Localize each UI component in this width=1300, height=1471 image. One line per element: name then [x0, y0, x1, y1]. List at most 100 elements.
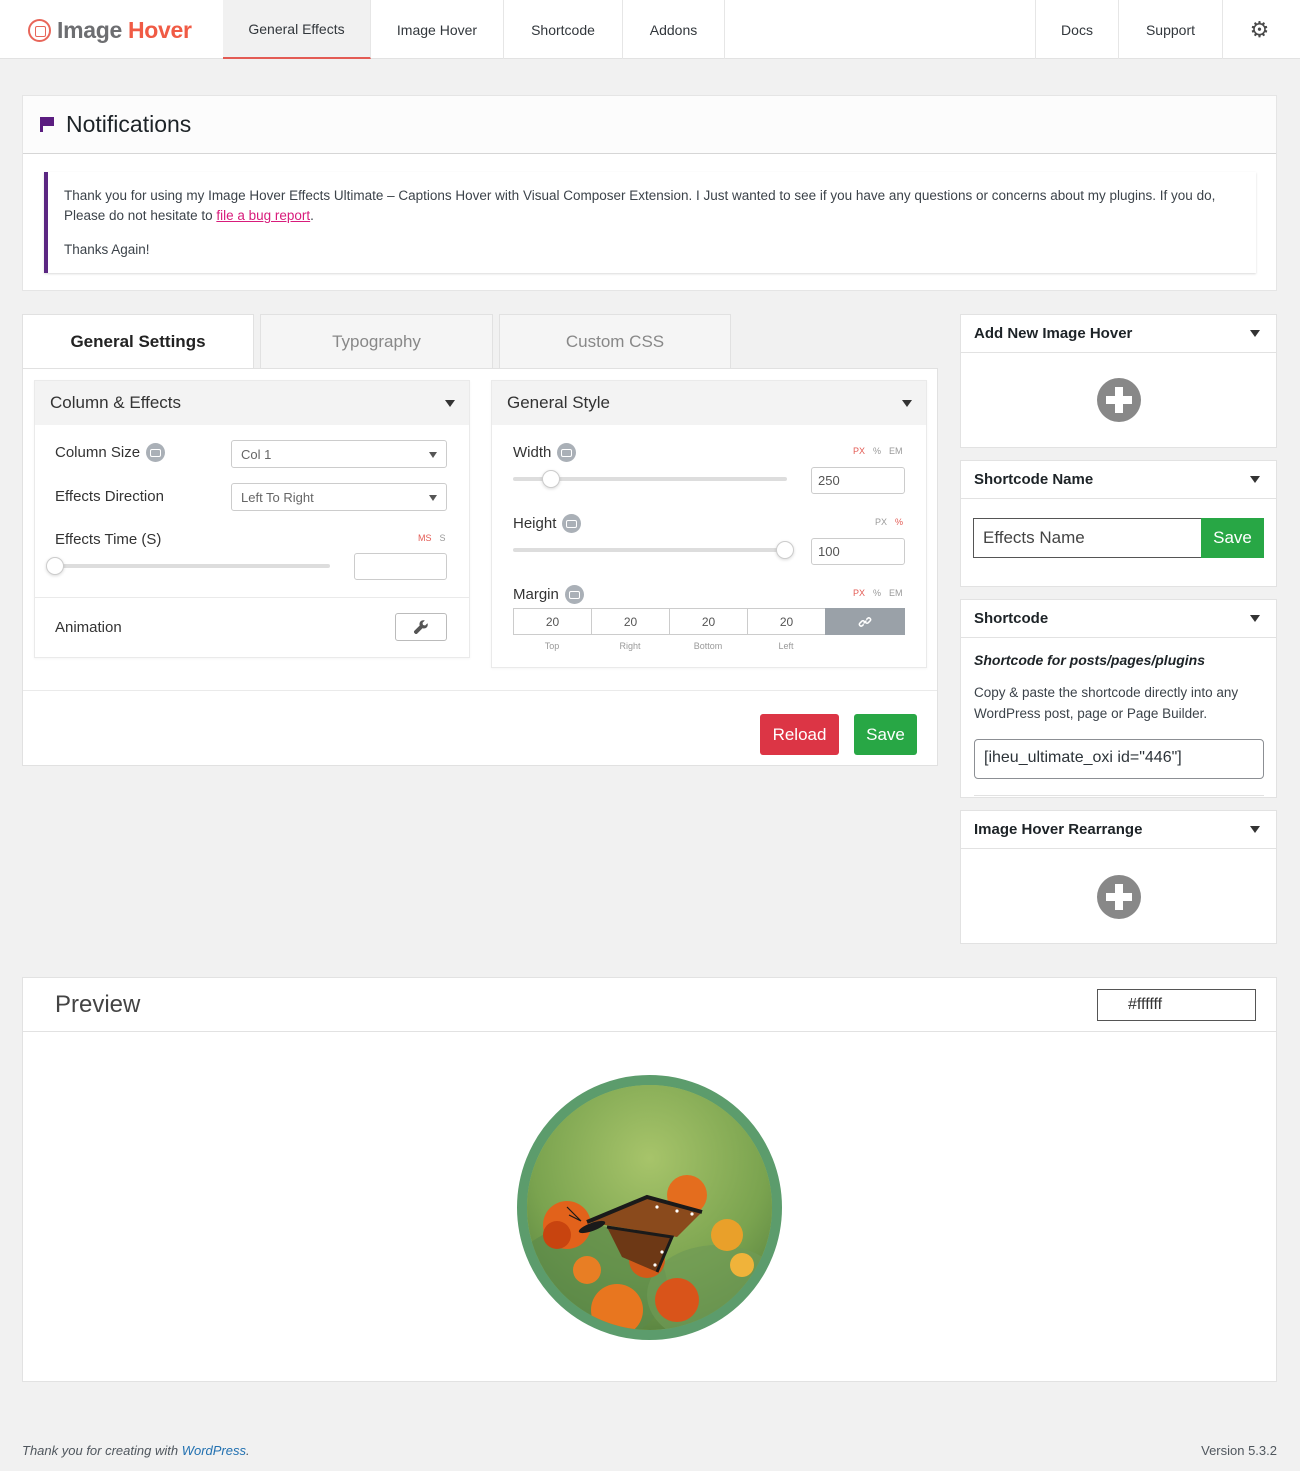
rearrange-panel: Image Hover Rearrange — [960, 810, 1277, 944]
animation-settings-button[interactable] — [395, 613, 447, 641]
brand-name-part1: Image — [57, 16, 122, 43]
unit-percent[interactable]: % — [873, 446, 881, 456]
rearrange-header[interactable]: Image Hover Rearrange — [961, 811, 1276, 849]
shortcode-name-panel: Shortcode Name Effects Name Save — [960, 460, 1277, 587]
margin-top-input[interactable]: 20 — [513, 608, 591, 635]
effects-time-units: MS S — [418, 533, 446, 543]
preview-bg-color-input[interactable]: #ffffff — [1097, 989, 1256, 1021]
effects-time-input[interactable] — [354, 553, 447, 580]
height-input[interactable]: 100 — [811, 538, 905, 565]
height-slider-thumb[interactable] — [776, 541, 794, 559]
margin-top-label: Top — [544, 641, 560, 651]
tab-addons[interactable]: Addons — [623, 0, 725, 59]
shortcode-name-save-button[interactable]: Save — [1201, 518, 1264, 558]
notifications-title: Notifications — [66, 111, 192, 137]
shortcode-panel: Shortcode Shortcode for posts/pages/plug… — [960, 599, 1277, 798]
support-link[interactable]: Support — [1118, 0, 1223, 59]
margin-left-input[interactable]: 20 — [747, 608, 825, 635]
width-input[interactable]: 250 — [811, 467, 905, 494]
margin-bottom-input[interactable]: 20 — [669, 608, 747, 635]
unit-px[interactable]: PX — [875, 517, 887, 527]
height-slider-track[interactable] — [513, 548, 787, 552]
notice-text-end: . — [310, 208, 314, 223]
divider — [23, 690, 937, 691]
general-style-header[interactable]: General Style — [492, 381, 926, 425]
width-text: Width — [513, 444, 552, 461]
animation-label: Animation — [55, 619, 122, 636]
unit-ms[interactable]: MS — [418, 533, 432, 543]
image-hover-logo-icon — [28, 18, 51, 42]
docs-link[interactable]: Docs — [1035, 0, 1118, 59]
effects-time-slider-track[interactable] — [55, 564, 330, 568]
column-size-label: Column Size — [55, 443, 166, 462]
shortcode-name-header[interactable]: Shortcode Name — [961, 461, 1276, 499]
margin-right-input[interactable]: 20 — [591, 608, 669, 635]
margin-left-label: Left — [778, 641, 794, 651]
version-text: Version 5.3.2 — [1201, 1443, 1277, 1458]
margin-inputs: 20 20 20 20 — [513, 608, 905, 636]
link-icon — [858, 616, 872, 627]
add-new-header[interactable]: Add New Image Hover — [961, 315, 1276, 353]
notice-thanks: Thanks Again! — [64, 242, 150, 257]
save-button[interactable]: Save — [854, 714, 917, 755]
unit-px[interactable]: PX — [853, 588, 865, 598]
caret-down-icon — [1250, 476, 1260, 483]
width-slider-thumb[interactable] — [541, 470, 560, 488]
notice-message: Thank you for using my Image Hover Effec… — [64, 186, 1256, 226]
effects-direction-select[interactable]: Left To Right — [231, 483, 447, 511]
flag-icon — [40, 115, 56, 135]
unit-percent[interactable]: % — [895, 517, 903, 527]
unit-percent[interactable]: % — [873, 588, 881, 598]
width-label: Width — [513, 443, 577, 462]
column-size-select[interactable]: Col 1 — [231, 440, 447, 468]
notifications-header: Notifications — [23, 96, 1276, 154]
bug-report-link[interactable]: file a bug report — [216, 208, 310, 223]
preview-image-hover[interactable] — [517, 1075, 782, 1340]
effects-time-slider-thumb[interactable] — [46, 557, 64, 575]
tab-general-settings[interactable]: General Settings — [22, 314, 254, 369]
tab-image-hover[interactable]: Image Hover — [371, 0, 504, 59]
rearrange-title: Image Hover Rearrange — [974, 821, 1143, 838]
settings-button[interactable]: ⚙ — [1223, 0, 1296, 59]
unit-px[interactable]: PX — [853, 446, 865, 456]
caret-down-icon — [902, 399, 912, 407]
shortcode-instructions: Copy & paste the shortcode directly into… — [974, 685, 1239, 721]
help-icon[interactable] — [557, 443, 577, 462]
tab-general-effects[interactable]: General Effects — [223, 0, 371, 59]
wordpress-link[interactable]: WordPress — [182, 1443, 246, 1458]
plus-circle-icon[interactable] — [1097, 378, 1141, 422]
shortcode-name-input[interactable]: Effects Name — [973, 518, 1202, 558]
preview-panel: Preview #ffffff — [22, 977, 1277, 1382]
shortcode-header[interactable]: Shortcode — [961, 600, 1276, 638]
effects-time-label: Effects Time (S) — [55, 531, 162, 548]
shortcode-subtitle: Shortcode for posts/pages/plugins — [974, 652, 1206, 668]
butterfly-flower-image — [527, 1085, 772, 1330]
wrench-icon — [413, 620, 428, 635]
brand-name-part2: Hover — [127, 16, 192, 43]
column-effects-header[interactable]: Column & Effects — [35, 381, 469, 425]
margin-link-button[interactable] — [825, 608, 905, 635]
unit-em[interactable]: EM — [889, 588, 903, 598]
margin-right-label: Right — [619, 641, 641, 651]
plus-circle-icon[interactable] — [1097, 875, 1141, 919]
tab-typography[interactable]: Typography — [260, 314, 493, 369]
margin-label: Margin — [513, 585, 584, 604]
unit-em[interactable]: EM — [889, 446, 903, 456]
tab-shortcode[interactable]: Shortcode — [504, 0, 623, 59]
brand-logo[interactable]: Image Hover — [28, 16, 192, 44]
width-units: PX % EM — [853, 446, 903, 456]
top-nav: Image Hover General Effects Image Hover … — [0, 0, 1300, 59]
help-icon[interactable] — [562, 514, 582, 533]
unit-s[interactable]: S — [440, 533, 446, 543]
shortcode-input[interactable]: [iheu_ultimate_oxi id="446"] — [974, 739, 1264, 779]
reload-button[interactable]: Reload — [760, 714, 839, 755]
caret-down-icon — [445, 399, 455, 407]
footer-credit: Thank you for creating with WordPress. — [22, 1443, 250, 1458]
help-icon[interactable] — [146, 443, 166, 462]
general-style-title: General Style — [507, 393, 610, 412]
help-icon[interactable] — [564, 585, 584, 604]
margin-bottom-label: Bottom — [693, 641, 723, 651]
height-text: Height — [513, 515, 557, 532]
add-new-panel: Add New Image Hover — [960, 314, 1277, 448]
tab-custom-css[interactable]: Custom CSS — [499, 314, 731, 369]
